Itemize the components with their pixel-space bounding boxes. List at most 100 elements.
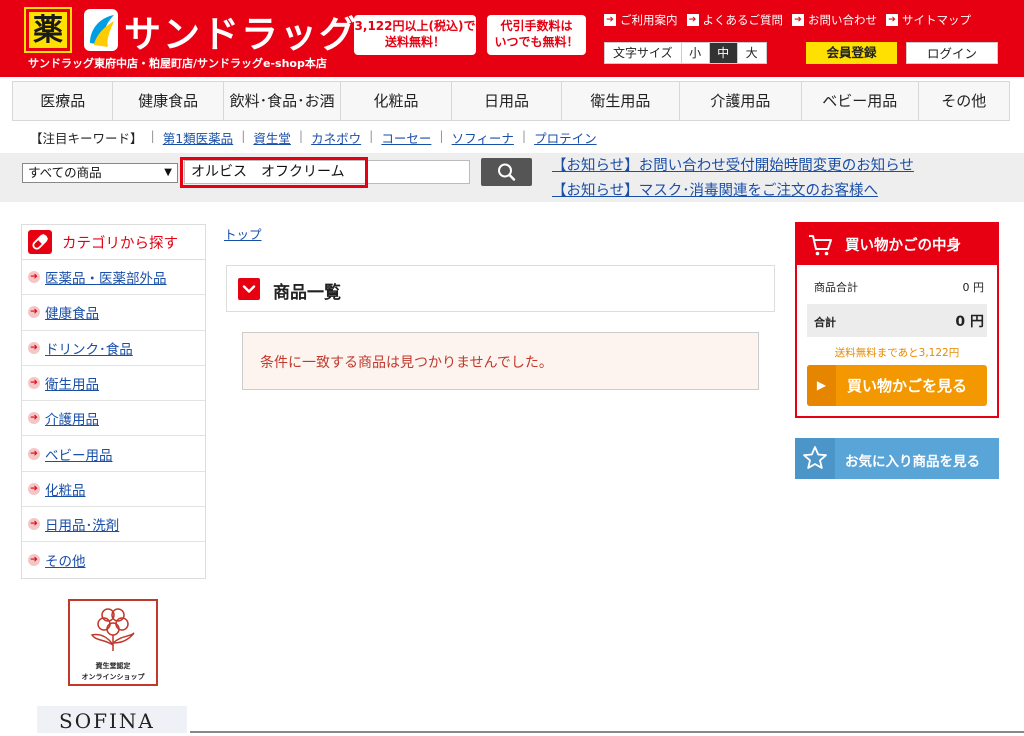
free-shipping-banner[interactable]: 3,122円以上(税込)で 送料無料！ — [354, 15, 476, 55]
sidebar-item-label: 介護用品 — [45, 412, 99, 429]
shopping-cart-icon — [809, 234, 832, 255]
subtotal-value: 0 円 — [962, 281, 985, 294]
arrow-right-icon: ➔ — [28, 518, 40, 531]
arrow-right-icon: ➔ — [28, 377, 40, 390]
view-cart-label: 買い物かごを見る — [847, 377, 968, 395]
sidebar-item-health-food[interactable]: ➔ 健康食品 — [22, 295, 205, 331]
arrow-right-icon: ➔ — [792, 14, 804, 26]
keyword-separator: | — [439, 128, 444, 143]
sidebar-item-nursing[interactable]: ➔ 介護用品 — [22, 401, 205, 437]
nav-beverage-food[interactable]: 飲料･食品･お酒 — [224, 82, 342, 120]
notice-link-hours[interactable]: 【お知らせ】お問い合わせ受付開始時間変更のお知らせ — [552, 154, 914, 175]
search-bar: すべての商品 ▼ オルビス オフクリーム 【お知らせ】お問い合わせ受付開始時間変… — [0, 153, 1024, 202]
arrow-right-icon: ➔ — [28, 554, 40, 567]
login-button[interactable]: ログイン — [906, 42, 998, 64]
nav-cosmetics[interactable]: 化粧品 — [341, 82, 452, 120]
sofina-banner[interactable]: SOFINA — [37, 706, 187, 733]
arrow-right-icon: ➔ — [686, 14, 699, 26]
total-value: 0 円 — [955, 314, 984, 330]
category-nav: 医療品 健康食品 飲料･食品･お酒 化粧品 日用品 衛生用品 介護用品 ベビー用… — [12, 81, 1010, 121]
badge-line1: 資生堂認定 — [95, 662, 131, 670]
sidebar-item-label: その他 — [45, 554, 86, 571]
sidebar-item-label: ベビー用品 — [45, 447, 113, 464]
member-register-button[interactable]: 会員登録 — [806, 42, 897, 64]
nav-daily-goods[interactable]: 日用品 — [452, 82, 563, 120]
keyword-link[interactable]: 資生堂 — [253, 128, 291, 147]
cart-subtotal-row: 商品合計 0 円 — [807, 273, 987, 299]
chevron-down-icon: ▼ — [164, 167, 172, 178]
sidebar-item-label: 化粧品 — [45, 482, 86, 499]
keyword-separator: | — [298, 128, 304, 143]
font-size-label: 文字サイズ — [605, 43, 682, 63]
keyword-separator: | — [369, 128, 374, 143]
guide-link-label: ご利用案内 — [620, 13, 678, 27]
sitemap-link[interactable]: ➔ サイトマップ — [886, 12, 971, 28]
promo1-line1: 3,122円以上(税込)で — [354, 19, 476, 33]
notice-link-mask[interactable]: 【お知らせ】マスク･消毒関連をご注文のお客様へ — [552, 179, 878, 200]
view-cart-button[interactable]: ▶ 買い物かごを見る — [807, 365, 987, 406]
keyword-link[interactable]: カネボウ — [311, 128, 361, 147]
category-select[interactable]: すべての商品 ▼ — [22, 163, 178, 183]
keyword-link[interactable]: コーセー — [381, 128, 431, 147]
keyword-link[interactable]: プロテイン — [534, 128, 597, 147]
keyword-separator: | — [521, 128, 527, 143]
subtotal-label: 商品合計 — [814, 281, 858, 294]
pill-icon — [28, 230, 52, 254]
search-button[interactable] — [481, 158, 532, 186]
store-names: サンドラッグ東府中店・粕屋町店/サンドラッグe-shop本店 — [28, 57, 327, 70]
breadcrumb-top-link[interactable]: トップ — [224, 224, 262, 243]
font-size-small-button[interactable]: 小 — [682, 43, 710, 63]
contact-link[interactable]: ➔ お問い合わせ — [792, 12, 877, 28]
sidebar-item-drink-food[interactable]: ➔ ドリンク･食品 — [22, 331, 205, 366]
cart-summary: 買い物かごの中身 商品合計 0 円 合計 0 円 送料無料まであと3,122円 … — [795, 222, 999, 418]
no-results-message: 条件に一致する商品は見つかりませんでした。 — [242, 332, 759, 390]
keyword-link[interactable]: 第1類医薬品 — [163, 128, 233, 147]
no-results-text: 条件に一致する商品は見つかりませんでした。 — [260, 355, 553, 371]
sitemap-link-label: サイトマップ — [902, 13, 971, 27]
keyword-link[interactable]: ソフィーナ — [452, 128, 514, 147]
badge-line2: オンラインショップ — [81, 673, 145, 681]
sidebar-item-hygiene[interactable]: ➔ 衛生用品 — [22, 366, 205, 402]
keyword-separator: | — [150, 128, 155, 143]
logo-yaku-mark[interactable]: 薬 — [24, 7, 72, 53]
product-list-header: 商品一覧 — [226, 265, 775, 312]
nav-health-food[interactable]: 健康食品 — [113, 82, 224, 120]
search-input[interactable]: オルビス オフクリーム — [184, 160, 470, 184]
nav-nursing-care[interactable]: 介護用品 — [680, 82, 803, 120]
shiseido-certified-badge[interactable]: 資生堂認定 オンラインショップ — [68, 599, 158, 686]
logo-wordmark[interactable]: サンドラッグ — [124, 4, 358, 58]
guide-link[interactable]: ➔ ご利用案内 — [604, 12, 678, 28]
nav-hygiene[interactable]: 衛生用品 — [562, 82, 680, 120]
free-shipping-remaining: 送料無料まであと3,122円 — [834, 347, 960, 359]
keywords-label: 【注目キーワード】 — [30, 131, 143, 146]
arrow-right-icon: ➔ — [604, 14, 616, 26]
sidebar-header: カテゴリから探す — [22, 225, 205, 260]
promo1-line2: 送料無料！ — [384, 35, 445, 49]
sidebar-item-other[interactable]: ➔ その他 — [22, 542, 205, 577]
sidebar-item-daily-goods[interactable]: ➔ 日用品･洗剤 — [22, 507, 205, 543]
total-label: 合計 — [814, 316, 836, 329]
contact-link-label: お問い合わせ — [808, 13, 877, 27]
nav-other[interactable]: その他 — [919, 82, 1009, 120]
nav-medicine[interactable]: 医療品 — [13, 82, 114, 120]
sidebar-item-label: 衛生用品 — [45, 377, 99, 394]
logo-swirl-icon[interactable] — [84, 9, 118, 51]
sidebar-item-otc[interactable]: ➔ 医薬品・医薬部外品 — [22, 260, 205, 296]
category-sidebar: カテゴリから探す ➔ 医薬品・医薬部外品 ➔ 健康食品 ➔ ドリンク･食品 ➔ 衛生用品… — [21, 224, 206, 579]
font-size-medium-button[interactable]: 中 — [709, 43, 738, 63]
sidebar-item-baby[interactable]: ➔ ベビー用品 — [22, 436, 205, 472]
arrow-right-icon: ➔ — [28, 412, 40, 425]
search-icon — [498, 163, 516, 181]
sidebar-title: カテゴリから探す — [62, 235, 178, 252]
chevron-down-icon — [238, 278, 260, 300]
cod-free-banner[interactable]: 代引手数料は いつでも無料！ — [487, 15, 586, 55]
star-icon — [795, 438, 835, 479]
nav-baby[interactable]: ベビー用品 — [802, 82, 919, 120]
font-size-large-button[interactable]: 大 — [738, 43, 766, 63]
faq-link[interactable]: ➔ よくあるご質問 — [686, 12, 783, 28]
sidebar-item-cosmetics[interactable]: ➔ 化粧品 — [22, 472, 205, 508]
camellia-icon — [90, 608, 135, 651]
view-favorites-button[interactable]: お気に入り商品を見る — [795, 438, 999, 479]
page-title: 商品一覧 — [273, 283, 341, 303]
sidebar-item-label: 日用品･洗剤 — [45, 518, 120, 535]
